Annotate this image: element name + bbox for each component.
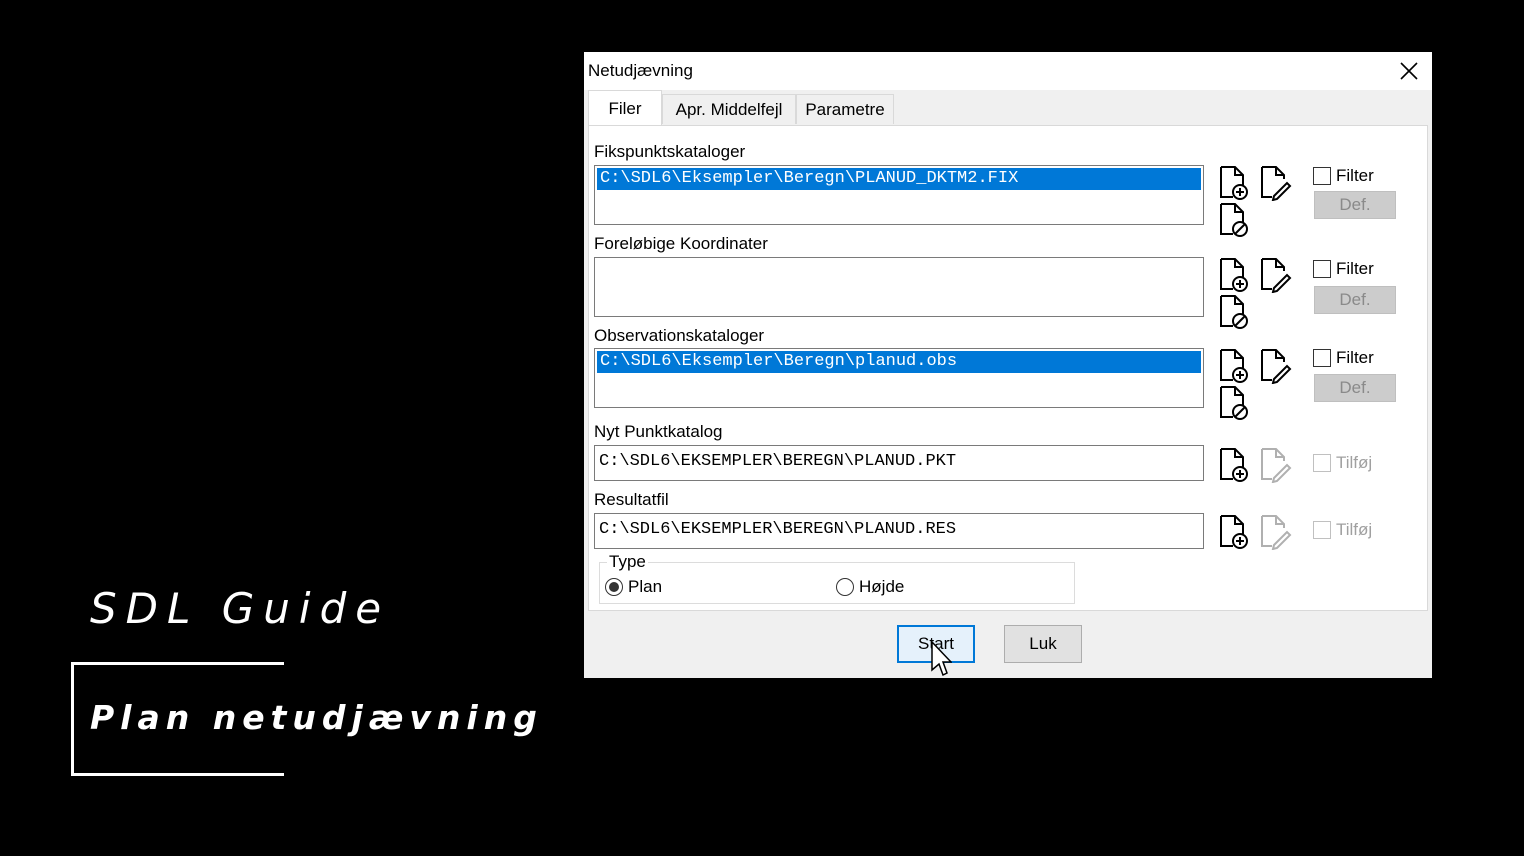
tab-apr-middelfejl[interactable]: Apr. Middelfejl [662, 94, 796, 124]
new-point-catalog-field[interactable]: C:\SDL6\EKSEMPLER\BEREGN\PLANUD.PKT [594, 445, 1204, 481]
list-item[interactable]: C:\SDL6\Eksempler\Beregn\planud.obs [597, 351, 1201, 373]
mouse-cursor-icon [930, 640, 953, 680]
edit-file-icon [1258, 514, 1292, 550]
radio-dot[interactable] [836, 578, 854, 596]
obs-catalog-list[interactable]: C:\SDL6\Eksempler\Beregn\planud.obs [594, 348, 1204, 408]
filter-label: Filter [1336, 348, 1374, 367]
new-point-catalog-label: Nyt Punktkatalog [594, 422, 723, 441]
result-append-checkbox: Tilføj [1313, 520, 1372, 540]
filter-label: Filter [1336, 259, 1374, 278]
title-bar: Netudjævning [584, 52, 1432, 90]
prelim-filter-checkbox[interactable]: Filter [1313, 259, 1374, 279]
remove-file-icon[interactable] [1217, 202, 1251, 238]
checkbox-box [1313, 521, 1331, 539]
radio-label: Plan [628, 577, 663, 596]
prelim-coords-list[interactable] [594, 257, 1204, 317]
tab-bar: Filer Apr. Middelfejl Parametre [584, 90, 1432, 126]
fix-filter-checkbox[interactable]: Filter [1313, 166, 1374, 186]
tab-parametre[interactable]: Parametre [796, 94, 894, 124]
radio-label: Højde [859, 577, 905, 596]
radio-dot[interactable] [605, 578, 623, 596]
filter-label: Filter [1336, 166, 1374, 185]
edit-file-icon [1258, 447, 1292, 483]
close-icon[interactable] [1396, 58, 1422, 84]
list-item[interactable]: C:\SDL6\Eksempler\Beregn\PLANUD_DKTM2.FI… [597, 168, 1201, 190]
obs-catalog-label: Observationskataloger [594, 326, 765, 345]
add-file-icon[interactable] [1217, 514, 1251, 550]
fix-catalog-list[interactable]: C:\SDL6\Eksempler\Beregn\PLANUD_DKTM2.FI… [594, 165, 1204, 225]
add-file-icon[interactable] [1217, 165, 1251, 201]
prelim-def-button[interactable]: Def. [1314, 286, 1396, 314]
checkbox-box[interactable] [1313, 349, 1331, 367]
result-file-label: Resultatfil [594, 490, 669, 509]
edit-file-icon[interactable] [1258, 257, 1292, 293]
add-file-icon[interactable] [1217, 447, 1251, 483]
guide-subtitle: Plan netudjævning [90, 698, 543, 737]
obs-filter-checkbox[interactable]: Filter [1313, 348, 1374, 368]
fix-def-button[interactable]: Def. [1314, 191, 1396, 219]
newpoint-append-checkbox: Tilføj [1313, 453, 1372, 473]
checkbox-box [1313, 454, 1331, 472]
edit-file-icon[interactable] [1258, 165, 1292, 201]
obs-def-button[interactable]: Def. [1314, 374, 1396, 402]
add-file-icon[interactable] [1217, 257, 1251, 293]
files-panel: Fikspunktskataloger C:\SDL6\Eksempler\Be… [588, 125, 1428, 611]
add-file-icon[interactable] [1217, 348, 1251, 384]
checkbox-box[interactable] [1313, 260, 1331, 278]
append-label: Tilføj [1336, 520, 1373, 539]
close-button[interactable]: Luk [1004, 625, 1082, 663]
guide-title: SDL Guide [90, 584, 391, 633]
fix-catalog-label: Fikspunktskataloger [594, 142, 746, 161]
type-plan-radio[interactable]: Plan [605, 577, 662, 597]
checkbox-box[interactable] [1313, 167, 1331, 185]
tab-filer[interactable]: Filer [588, 90, 662, 126]
edit-file-icon[interactable] [1258, 348, 1292, 384]
remove-file-icon[interactable] [1217, 294, 1251, 330]
append-label: Tilføj [1336, 453, 1373, 472]
type-hoejde-radio[interactable]: Højde [836, 577, 904, 597]
result-file-field[interactable]: C:\SDL6\EKSEMPLER\BEREGN\PLANUD.RES [594, 513, 1204, 549]
dialog-title: Netudjævning [588, 61, 693, 80]
remove-file-icon[interactable] [1217, 385, 1251, 421]
prelim-coords-label: Foreløbige Koordinater [594, 234, 768, 253]
type-legend: Type [607, 552, 648, 572]
netudjaevning-dialog: Netudjævning Filer Apr. Middelfejl Param… [584, 52, 1432, 678]
